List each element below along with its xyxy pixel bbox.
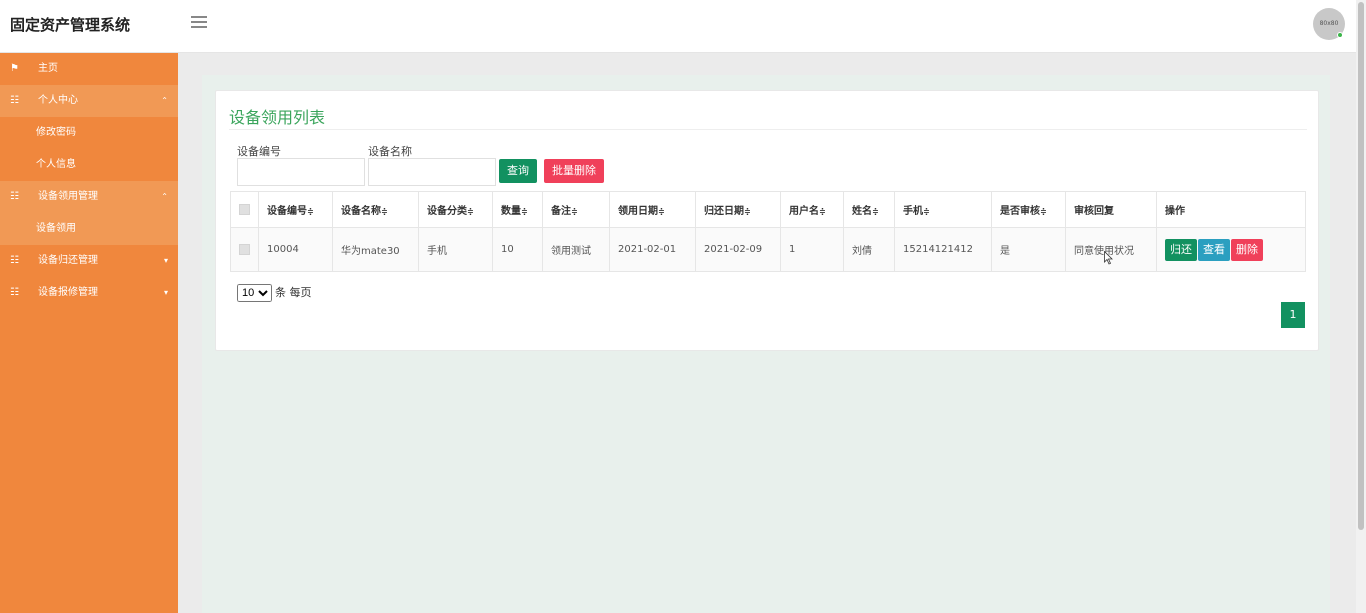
batch-delete-button[interactable]: 批量删除 [544, 159, 604, 183]
header-quantity[interactable]: 数量≑ [492, 191, 543, 228]
delete-button[interactable]: 删除 [1231, 238, 1263, 261]
page-title: 设备领用列表 [229, 108, 326, 127]
page-size-control: 10条 每页 [237, 284, 312, 302]
sidebar-item-label: 设备领用 [36, 223, 76, 234]
header-borrow-date[interactable]: 领用日期≑ [609, 191, 696, 228]
sidebar-item-equipment-borrow[interactable]: 设备领用 [0, 213, 178, 245]
cell-quantity: 10 [492, 227, 543, 272]
cell-category: 手机 [418, 227, 493, 272]
cell-phone: 15214121412 [894, 227, 992, 272]
header-is-reviewed[interactable]: 是否审核≑ [991, 191, 1066, 228]
chevron-down-icon: ▾ [163, 256, 168, 265]
sidebar-item-label: 个人信息 [36, 159, 76, 170]
cell-is-reviewed: 是 [991, 227, 1066, 272]
header-equipment-code[interactable]: 设备编号≑ [258, 191, 333, 228]
sidebar: ⚑ 主页 ☷ 个人中心 ⌃ 修改密码 个人信息 ☷ 设备领用管理 ⌃ 设备领用 … [0, 53, 178, 613]
header-name[interactable]: 姓名≑ [843, 191, 895, 228]
chevron-up-icon: ⌃ [161, 96, 168, 105]
sort-icon: ≑ [1040, 207, 1047, 216]
header-category[interactable]: 设备分类≑ [418, 191, 493, 228]
grid-icon: ☷ [10, 191, 19, 202]
header-review-reply: 审核回复 [1065, 191, 1157, 228]
borrow-list-panel: 设备领用列表 设备编号 设备名称 查询 批量删除 设备编号≑ 设备名称≑ 设备分… [215, 90, 1319, 351]
sort-icon: ≑ [744, 207, 751, 216]
view-button[interactable]: 查看 [1198, 238, 1230, 261]
sidebar-item-label: 主页 [38, 63, 58, 74]
header-remark[interactable]: 备注≑ [542, 191, 610, 228]
grid-icon: ☷ [10, 95, 19, 106]
sidebar-item-label: 修改密码 [36, 127, 76, 138]
query-button[interactable]: 查询 [499, 159, 537, 183]
cell-return-date: 2021-02-09 [695, 227, 781, 272]
header-phone[interactable]: 手机≑ [894, 191, 992, 228]
cell-equipment-code: 10004 [258, 227, 333, 272]
cell-name: 刘倩 [843, 227, 895, 272]
table-row: 10004 华为mate30 手机 10 领用测试 2021-02-01 202… [230, 227, 1306, 272]
sidebar-item-label: 设备报修管理 [38, 287, 98, 298]
header-actions: 操作 [1156, 191, 1306, 228]
page-size-suffix: 条 每页 [275, 286, 312, 299]
mouse-cursor-icon [1104, 251, 1113, 265]
sort-icon: ≑ [307, 207, 314, 216]
grid-icon: ☷ [10, 255, 19, 266]
pager-page-1[interactable]: 1 [1281, 302, 1305, 328]
hamburger-menu-icon[interactable] [191, 16, 207, 30]
sidebar-item-personal-center[interactable]: ☷ 个人中心 ⌃ [0, 85, 178, 117]
online-status-dot [1337, 32, 1343, 38]
cell-actions: 归还 查看 删除 [1156, 227, 1306, 272]
sidebar-item-home[interactable]: ⚑ 主页 [0, 53, 178, 85]
flag-icon: ⚑ [10, 63, 19, 74]
header-equipment-name[interactable]: 设备名称≑ [332, 191, 419, 228]
equipment-name-input[interactable] [368, 158, 496, 186]
row-checkbox-cell[interactable] [230, 227, 259, 272]
app-title: 固定资产管理系统 [10, 16, 131, 34]
sidebar-item-equipment-return-mgmt[interactable]: ☷ 设备归还管理 ▾ [0, 245, 178, 277]
sort-icon: ≑ [872, 207, 879, 216]
borrow-table: 设备编号≑ 设备名称≑ 设备分类≑ 数量≑ 备注≑ 领用日期≑ 归还日期≑ 用户… [230, 191, 1306, 272]
header-return-date[interactable]: 归还日期≑ [695, 191, 781, 228]
sort-icon: ≑ [923, 207, 930, 216]
select-all-checkbox[interactable] [239, 203, 250, 215]
cell-equipment-name: 华为mate30 [332, 227, 419, 272]
sidebar-item-equipment-repair-mgmt[interactable]: ☷ 设备报修管理 ▾ [0, 277, 178, 309]
sort-icon: ≑ [381, 207, 388, 216]
sort-icon: ≑ [658, 207, 665, 216]
table-header-row: 设备编号≑ 设备名称≑ 设备分类≑ 数量≑ 备注≑ 领用日期≑ 归还日期≑ 用户… [230, 191, 1306, 228]
header-username[interactable]: 用户名≑ [780, 191, 844, 228]
sort-icon: ≑ [467, 207, 474, 216]
scrollbar-thumb[interactable] [1358, 2, 1364, 530]
chevron-up-icon: ⌃ [161, 192, 168, 201]
code-label: 设备编号 [237, 145, 281, 158]
select-all-checkbox-cell[interactable] [230, 191, 259, 228]
top-bar: 固定资产管理系统 80x80 [0, 0, 1356, 53]
sidebar-item-label: 设备归还管理 [38, 255, 98, 266]
cell-borrow-date: 2021-02-01 [609, 227, 696, 272]
scrollbar[interactable] [1356, 0, 1366, 613]
return-button[interactable]: 归还 [1165, 238, 1197, 261]
page-size-select[interactable]: 10 [237, 284, 272, 302]
cell-username: 1 [780, 227, 844, 272]
sidebar-item-label: 个人中心 [38, 95, 78, 106]
sort-icon: ≑ [571, 207, 578, 216]
chevron-down-icon: ▾ [163, 288, 168, 297]
row-checkbox[interactable] [239, 243, 250, 255]
cell-remark: 领用测试 [542, 227, 610, 272]
divider [229, 129, 1307, 130]
name-label: 设备名称 [368, 145, 412, 158]
sort-icon: ≑ [819, 207, 826, 216]
sidebar-item-personal-info[interactable]: 个人信息 [0, 149, 178, 181]
sidebar-item-label: 设备领用管理 [38, 191, 98, 202]
sidebar-item-equipment-borrow-mgmt[interactable]: ☷ 设备领用管理 ⌃ [0, 181, 178, 213]
grid-icon: ☷ [10, 287, 19, 298]
sort-icon: ≑ [521, 207, 528, 216]
equipment-code-input[interactable] [237, 158, 365, 186]
sidebar-item-change-password[interactable]: 修改密码 [0, 117, 178, 149]
